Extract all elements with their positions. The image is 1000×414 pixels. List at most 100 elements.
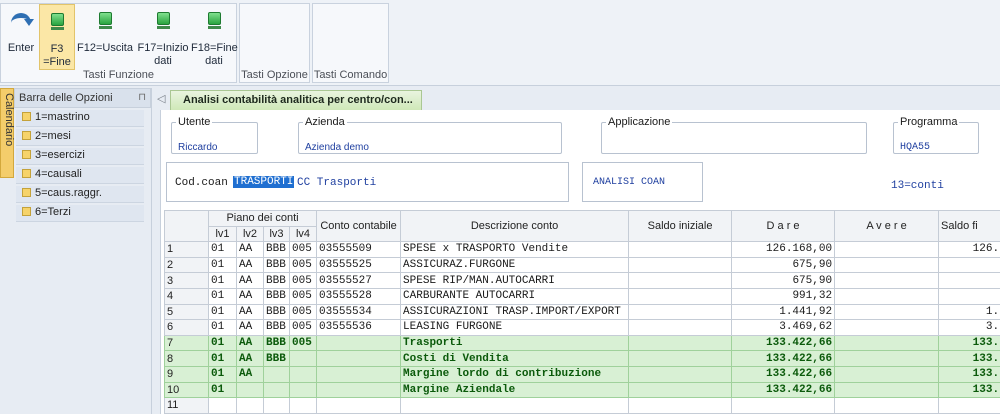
table-row[interactable]: 7 01 AA BBB 005 Trasporti 133.422,66 133.: [164, 334, 1000, 352]
avere-cell[interactable]: [834, 287, 940, 305]
f3-fine-button[interactable]: F3 =Fine: [39, 4, 75, 70]
table-row[interactable]: 10 01 Margine Aziendale 133.422,66 133.: [164, 381, 1000, 399]
lv3-cell[interactable]: BBB: [263, 287, 290, 305]
saldo-iniziale-cell[interactable]: [628, 319, 733, 336]
saldo-iniziale-cell[interactable]: [628, 381, 733, 399]
dare-cell[interactable]: 133.422,66: [731, 350, 836, 367]
conto-contabile-cell[interactable]: 03555534: [316, 303, 402, 321]
saldo-finale-cell[interactable]: [938, 256, 1000, 274]
saldo-finale-cell[interactable]: 133.: [938, 334, 1000, 352]
descrizione-cell[interactable]: CARBURANTE AUTOCARRI: [400, 287, 630, 305]
sidebar-item-caus-raggr[interactable]: 5=caus.raggr.: [16, 186, 144, 203]
descrizione-cell[interactable]: Trasporti: [400, 334, 630, 352]
lv1-cell[interactable]: 01: [208, 319, 237, 336]
dare-cell[interactable]: 991,32: [731, 287, 836, 305]
conto-contabile-cell[interactable]: [316, 334, 402, 352]
lv1-cell[interactable]: 01: [208, 350, 237, 367]
table-row[interactable]: 2 01 AA BBB 005 03555525 ASSICURAZ.FURGONE 675,…: [164, 256, 1000, 274]
lv4-cell[interactable]: 005: [288, 241, 318, 258]
lv4-header[interactable]: lv4: [288, 225, 318, 243]
dare-header[interactable]: D a r e: [731, 209, 836, 243]
table-row[interactable]: 8 01 AA BBB Costi di Vendita 133.422,66 133.: [164, 350, 1000, 367]
saldo-iniziale-cell[interactable]: [628, 303, 733, 321]
lv2-cell[interactable]: [236, 381, 264, 399]
dare-cell[interactable]: 133.422,66: [731, 365, 836, 383]
dare-cell[interactable]: 675,90: [731, 272, 836, 289]
table-row[interactable]: 6 01 AA BBB 005 03555536 LEASING FURGONE 3.469,…: [164, 319, 1000, 336]
avere-cell[interactable]: [834, 303, 940, 321]
table-row[interactable]: 1 01 AA BBB 005 03555509 SPESE x TRASPORTO Ven…: [164, 241, 1000, 258]
table-row[interactable]: 9 01 AA Margine lordo di contribuzione 133.4…: [164, 365, 1000, 383]
table-row[interactable]: 5 01 AA BBB 005 03555534 ASSICURAZIONI TRASP.I…: [164, 303, 1000, 321]
lv4-cell[interactable]: [288, 365, 318, 383]
saldo-finale-cell[interactable]: 133.: [938, 381, 1000, 399]
conto-contabile-header[interactable]: Conto contabile: [316, 209, 402, 243]
conto-contabile-cell[interactable]: 03555509: [316, 241, 402, 258]
lv1-cell[interactable]: 01: [208, 241, 237, 258]
lv2-header[interactable]: lv2: [236, 225, 264, 243]
descrizione-header[interactable]: Descrizione conto: [400, 209, 630, 243]
avere-cell[interactable]: [834, 350, 940, 367]
enter-button[interactable]: Enter: [5, 4, 37, 70]
descrizione-cell[interactable]: ASSICURAZ.FURGONE: [400, 256, 630, 274]
dare-cell[interactable]: 133.422,66: [731, 334, 836, 352]
tab-analisi-contabilita[interactable]: Analisi contabilità analitica per centro…: [170, 90, 422, 110]
conto-contabile-cell[interactable]: 03555527: [316, 272, 402, 289]
conto-contabile-cell[interactable]: [316, 397, 402, 414]
descrizione-cell[interactable]: Margine Aziendale: [400, 381, 630, 399]
avere-cell[interactable]: [834, 381, 940, 399]
lv3-cell[interactable]: BBB: [263, 319, 290, 336]
conto-contabile-cell[interactable]: [316, 381, 402, 399]
lv1-cell[interactable]: [208, 397, 237, 414]
avere-cell[interactable]: [834, 241, 940, 258]
sidebar-item-mesi[interactable]: 2=mesi: [16, 129, 144, 146]
tab-scroll-left-icon[interactable]: ◁: [157, 92, 165, 105]
dare-cell[interactable]: 1.441,92: [731, 303, 836, 321]
saldo-iniziale-cell[interactable]: [628, 397, 733, 414]
sidebar-item-mastrino[interactable]: 1=mastrino: [16, 110, 144, 127]
lv4-cell[interactable]: 005: [288, 319, 318, 336]
dare-cell[interactable]: 126.168,00: [731, 241, 836, 258]
lv2-cell[interactable]: [236, 397, 264, 414]
lv3-cell[interactable]: [263, 381, 290, 399]
saldo-finale-cell[interactable]: 133.: [938, 350, 1000, 367]
conto-contabile-cell[interactable]: 03555528: [316, 287, 402, 305]
lv3-cell[interactable]: BBB: [263, 241, 290, 258]
saldo-finale-cell[interactable]: [938, 287, 1000, 305]
avere-cell[interactable]: [834, 319, 940, 336]
descrizione-cell[interactable]: Costi di Vendita: [400, 350, 630, 367]
saldo-finale-header[interactable]: Saldo fi: [938, 209, 1000, 243]
lv3-cell[interactable]: BBB: [263, 334, 290, 352]
saldo-iniziale-cell[interactable]: [628, 256, 733, 274]
lv3-header[interactable]: lv3: [263, 225, 290, 243]
lv4-cell[interactable]: [288, 397, 318, 414]
lv2-cell[interactable]: AA: [236, 256, 264, 274]
lv4-cell[interactable]: 005: [288, 334, 318, 352]
saldo-iniziale-cell[interactable]: [628, 350, 733, 367]
lv4-cell[interactable]: 005: [288, 303, 318, 321]
avere-cell[interactable]: [834, 397, 940, 414]
pin-icon[interactable]: ⊓: [138, 92, 146, 103]
conto-contabile-cell[interactable]: 03555525: [316, 256, 402, 274]
saldo-iniziale-cell[interactable]: [628, 334, 733, 352]
saldo-iniziale-cell[interactable]: [628, 272, 733, 289]
f17-inizio-dati-button[interactable]: F17=Inizio dati: [135, 4, 191, 70]
lv4-cell[interactable]: [288, 350, 318, 367]
lv1-cell[interactable]: 01: [208, 303, 237, 321]
lv2-cell[interactable]: AA: [236, 241, 264, 258]
lv4-cell[interactable]: 005: [288, 272, 318, 289]
saldo-finale-cell[interactable]: 126.: [938, 241, 1000, 258]
lv1-cell[interactable]: 01: [208, 381, 237, 399]
f18-fine-dati-button[interactable]: F18=Fine dati: [191, 4, 238, 70]
dare-cell[interactable]: 133.422,66: [731, 381, 836, 399]
dare-cell[interactable]: [731, 397, 836, 414]
sidebar-item-terzi[interactable]: 6=Terzi: [16, 205, 144, 222]
table-row[interactable]: 4 01 AA BBB 005 03555528 CARBURANTE AUTOCARRI 9…: [164, 287, 1000, 305]
avere-cell[interactable]: [834, 334, 940, 352]
conto-contabile-cell[interactable]: 03555536: [316, 319, 402, 336]
descrizione-cell[interactable]: ASSICURAZIONI TRASP.IMPORT/EXPORT: [400, 303, 630, 321]
saldo-finale-cell[interactable]: [938, 397, 1000, 414]
lv3-cell[interactable]: BBB: [263, 272, 290, 289]
descrizione-cell[interactable]: SPESE RIP/MAN.AUTOCARRI: [400, 272, 630, 289]
lv2-cell[interactable]: AA: [236, 303, 264, 321]
